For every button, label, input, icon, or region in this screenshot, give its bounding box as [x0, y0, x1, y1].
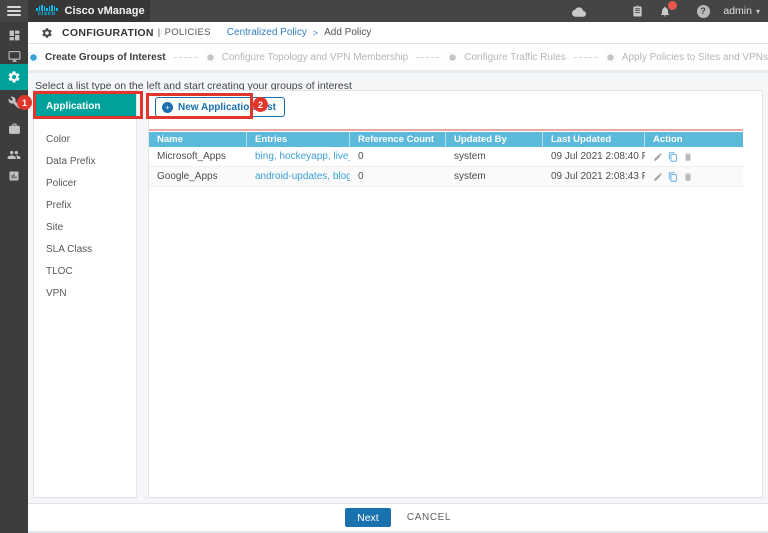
- annotation-badge-2: 2: [253, 97, 268, 112]
- user-name: admin: [723, 5, 752, 17]
- page-subsection-divider: |: [158, 27, 161, 38]
- wizard-stepper: Create Groups of Interest Configure Topo…: [28, 44, 768, 73]
- cloud-icon[interactable]: [570, 3, 588, 19]
- cell-updated-by: system: [446, 167, 543, 186]
- sidebar-item-dashboard[interactable]: [0, 26, 28, 44]
- page-section-title: CONFIGURATION: [62, 27, 154, 39]
- step-active-icon: [28, 52, 39, 63]
- vmanage-app-window: cisco Cisco vManage ? admin ▾: [0, 0, 768, 533]
- cell-entries-link[interactable]: android-updates, blogger, c...: [247, 167, 350, 186]
- column-header-updated-by: Updated By: [446, 132, 543, 147]
- cell-actions: [645, 167, 743, 186]
- cell-last-updated: 09 Jul 2021 2:08:43 PM CE...: [543, 167, 645, 186]
- breadcrumb-current-page: Add Policy: [324, 27, 371, 38]
- sidebar-item-analytics[interactable]: [0, 167, 28, 185]
- column-header-action: Action: [645, 132, 743, 147]
- edit-pencil-icon[interactable]: [653, 152, 663, 162]
- product-title: Cisco vManage: [65, 5, 145, 17]
- table-row: Google_Apps android-updates, blogger, c.…: [149, 167, 743, 187]
- copy-icon[interactable]: [668, 172, 678, 182]
- list-type-policer[interactable]: Policer: [34, 172, 136, 194]
- user-menu[interactable]: admin ▾: [723, 0, 760, 22]
- delete-trash-icon[interactable]: [683, 152, 693, 162]
- column-header-name: Name: [149, 132, 247, 147]
- column-header-reference-count: Reference Count: [350, 132, 446, 147]
- step-inactive-icon: [205, 52, 216, 63]
- wizard-footer: Next CANCEL: [28, 503, 768, 531]
- cell-name: Microsoft_Apps: [149, 147, 247, 166]
- delete-trash-icon[interactable]: [683, 172, 693, 182]
- list-type-vpn[interactable]: VPN: [34, 282, 136, 304]
- copy-icon[interactable]: [668, 152, 678, 162]
- notification-badge: [668, 1, 677, 10]
- cisco-logo-icon: cisco: [36, 5, 58, 17]
- column-header-last-updated: Last Updated: [543, 132, 645, 147]
- top-navigation-bar: cisco Cisco vManage ? admin ▾: [0, 0, 768, 22]
- cancel-button[interactable]: CANCEL: [407, 512, 451, 523]
- step-inactive-icon: [447, 52, 458, 63]
- page-subsection-title: POLICIES: [165, 27, 211, 38]
- step-configure-topology[interactable]: Configure Topology and VPN Membership: [205, 52, 409, 63]
- step-create-groups-of-interest[interactable]: Create Groups of Interest: [28, 52, 166, 63]
- list-type-sla-class[interactable]: SLA Class: [34, 238, 136, 260]
- menu-hamburger-icon[interactable]: [7, 6, 21, 16]
- list-type-data-prefix[interactable]: Data Prefix: [34, 150, 136, 172]
- step-connector: [416, 57, 439, 58]
- breadcrumb: CONFIGURATION | POLICIES Centralized Pol…: [28, 22, 768, 44]
- help-icon[interactable]: ?: [694, 3, 712, 19]
- step-configure-traffic-rules[interactable]: Configure Traffic Rules: [447, 52, 566, 63]
- list-type-site[interactable]: Site: [34, 216, 136, 238]
- chevron-down-icon: ▾: [756, 7, 760, 16]
- sidebar-item-monitor[interactable]: [0, 47, 28, 65]
- cell-reference-count: 0: [350, 167, 446, 186]
- breadcrumb-link-centralized-policy[interactable]: Centralized Policy: [227, 27, 307, 38]
- cell-actions: [645, 147, 743, 166]
- brand-logo-block: cisco Cisco vManage: [28, 0, 150, 22]
- annotation-badge-1: 1: [17, 95, 32, 110]
- main-content-area: Create Groups of Interest Configure Topo…: [28, 44, 768, 503]
- list-type-tloc[interactable]: TLOC: [34, 260, 136, 282]
- sidebar-item-maintenance[interactable]: [0, 120, 28, 138]
- list-type-panel: Application Color Data Prefix Policer Pr…: [33, 90, 137, 498]
- step-connector: [174, 57, 197, 58]
- next-button[interactable]: Next: [345, 508, 391, 527]
- cell-reference-count: 0: [350, 147, 446, 166]
- table-row: Microsoft_Apps bing, hockeyapp, live_hot…: [149, 147, 743, 167]
- cell-entries-link[interactable]: bing, hockeyapp, live_hotm...: [247, 147, 350, 166]
- notifications-bell-icon[interactable]: [656, 3, 674, 19]
- sidebar-item-configuration[interactable]: [0, 64, 28, 90]
- list-type-prefix[interactable]: Prefix: [34, 194, 136, 216]
- step-inactive-icon: [605, 52, 616, 63]
- step-connector: [574, 57, 597, 58]
- edit-pencil-icon[interactable]: [653, 172, 663, 182]
- tasks-clipboard-icon[interactable]: [628, 3, 646, 19]
- cisco-logo-word: cisco: [38, 11, 56, 17]
- breadcrumb-arrow: >: [313, 28, 318, 38]
- table-header-row: Name Entries Reference Count Updated By …: [149, 132, 743, 147]
- list-type-application[interactable]: Application: [34, 94, 136, 118]
- cell-updated-by: system: [446, 147, 543, 166]
- table-top-divider: [149, 129, 743, 131]
- cell-name: Google_Apps: [149, 167, 247, 186]
- column-header-entries: Entries: [247, 132, 350, 147]
- list-content-panel: New Application List Name Entries Refere…: [148, 90, 763, 498]
- list-type-color[interactable]: Color: [34, 128, 136, 150]
- plus-icon: [162, 102, 173, 113]
- cell-last-updated: 09 Jul 2021 2:08:40 PM CE...: [543, 147, 645, 166]
- configuration-gear-icon: [38, 25, 56, 41]
- application-lists-table: Name Entries Reference Count Updated By …: [149, 132, 743, 187]
- step-apply-policies[interactable]: Apply Policies to Sites and VPNs: [605, 52, 768, 63]
- sidebar-item-administration[interactable]: [0, 144, 28, 162]
